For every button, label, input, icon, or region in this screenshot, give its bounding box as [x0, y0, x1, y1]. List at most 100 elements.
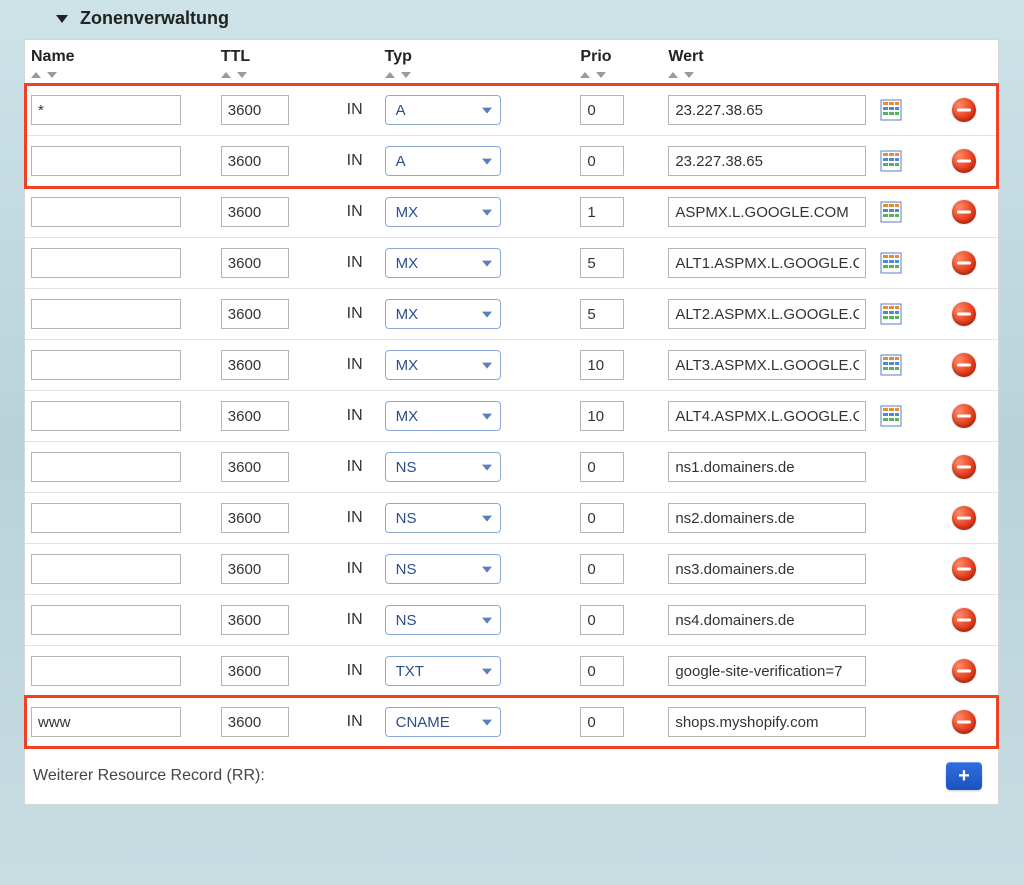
type-select[interactable]: A: [385, 146, 501, 176]
sort-name-asc-icon[interactable]: [31, 72, 41, 78]
type-select[interactable]: A: [385, 95, 501, 125]
wert-input[interactable]: [668, 350, 866, 380]
sort-wert-desc-icon[interactable]: [684, 72, 694, 78]
name-input[interactable]: [31, 707, 181, 737]
prio-input[interactable]: [580, 401, 624, 431]
delete-icon[interactable]: [952, 506, 976, 530]
sort-ttl-desc-icon[interactable]: [237, 72, 247, 78]
delete-icon[interactable]: [952, 608, 976, 632]
type-select[interactable]: MX: [385, 197, 501, 227]
name-input[interactable]: [31, 197, 181, 227]
grid-icon[interactable]: [880, 99, 902, 121]
wert-input[interactable]: [668, 146, 866, 176]
prio-input[interactable]: [580, 197, 624, 227]
type-select[interactable]: MX: [385, 299, 501, 329]
prio-input[interactable]: [580, 554, 624, 584]
delete-icon[interactable]: [952, 302, 976, 326]
prio-input[interactable]: [580, 350, 624, 380]
delete-icon[interactable]: [952, 200, 976, 224]
prio-input[interactable]: [580, 299, 624, 329]
prio-input[interactable]: [580, 503, 624, 533]
grid-icon[interactable]: [880, 354, 902, 376]
ttl-input[interactable]: [221, 554, 289, 584]
sort-typ-desc-icon[interactable]: [401, 72, 411, 78]
name-input[interactable]: [31, 401, 181, 431]
delete-icon[interactable]: [952, 455, 976, 479]
wert-input[interactable]: [668, 656, 866, 686]
sort-wert-asc-icon[interactable]: [668, 72, 678, 78]
ttl-input[interactable]: [221, 197, 289, 227]
class-label: IN: [345, 407, 363, 425]
name-input[interactable]: [31, 350, 181, 380]
type-select[interactable]: NS: [385, 452, 501, 482]
name-input[interactable]: [31, 95, 181, 125]
ttl-input[interactable]: [221, 350, 289, 380]
prio-input[interactable]: [580, 248, 624, 278]
delete-icon[interactable]: [952, 251, 976, 275]
name-input[interactable]: [31, 146, 181, 176]
ttl-input[interactable]: [221, 146, 289, 176]
name-input[interactable]: [31, 503, 181, 533]
prio-input[interactable]: [580, 95, 624, 125]
ttl-input[interactable]: [221, 452, 289, 482]
prio-input[interactable]: [580, 605, 624, 635]
grid-icon[interactable]: [880, 252, 902, 274]
delete-icon[interactable]: [952, 659, 976, 683]
type-select[interactable]: TXT: [385, 656, 501, 686]
type-select[interactable]: CNAME: [385, 707, 501, 737]
add-record-button[interactable]: +: [946, 762, 982, 790]
wert-input[interactable]: [668, 197, 866, 227]
ttl-input[interactable]: [221, 503, 289, 533]
type-select[interactable]: NS: [385, 605, 501, 635]
delete-icon[interactable]: [952, 710, 976, 734]
wert-input[interactable]: [668, 248, 866, 278]
grid-icon[interactable]: [880, 150, 902, 172]
ttl-input[interactable]: [221, 656, 289, 686]
name-input[interactable]: [31, 605, 181, 635]
prio-input[interactable]: [580, 707, 624, 737]
type-select[interactable]: MX: [385, 248, 501, 278]
sort-ttl-asc-icon[interactable]: [221, 72, 231, 78]
ttl-input[interactable]: [221, 95, 289, 125]
wert-input[interactable]: [668, 299, 866, 329]
wert-input[interactable]: [668, 707, 866, 737]
grid-icon[interactable]: [880, 303, 902, 325]
delete-icon[interactable]: [952, 353, 976, 377]
type-select[interactable]: NS: [385, 554, 501, 584]
delete-icon[interactable]: [952, 149, 976, 173]
wert-input[interactable]: [668, 401, 866, 431]
ttl-input[interactable]: [221, 707, 289, 737]
type-select[interactable]: MX: [385, 401, 501, 431]
sort-prio-desc-icon[interactable]: [596, 72, 606, 78]
prio-input[interactable]: [580, 146, 624, 176]
ttl-input[interactable]: [221, 401, 289, 431]
sort-name-desc-icon[interactable]: [47, 72, 57, 78]
name-input[interactable]: [31, 554, 181, 584]
wert-input[interactable]: [668, 554, 866, 584]
wert-input[interactable]: [668, 452, 866, 482]
prio-input[interactable]: [580, 452, 624, 482]
name-input[interactable]: [31, 452, 181, 482]
delete-icon[interactable]: [952, 98, 976, 122]
type-select[interactable]: NS: [385, 503, 501, 533]
table-row: INTXT: [25, 646, 998, 697]
type-select[interactable]: MX: [385, 350, 501, 380]
sort-prio-asc-icon[interactable]: [580, 72, 590, 78]
prio-input[interactable]: [580, 656, 624, 686]
grid-icon[interactable]: [880, 201, 902, 223]
wert-input[interactable]: [668, 95, 866, 125]
section-header[interactable]: Zonenverwaltung: [0, 0, 1024, 37]
name-input[interactable]: [31, 656, 181, 686]
ttl-input[interactable]: [221, 299, 289, 329]
delete-icon[interactable]: [952, 557, 976, 581]
sort-typ-asc-icon[interactable]: [385, 72, 395, 78]
name-input[interactable]: [31, 248, 181, 278]
name-input[interactable]: [31, 299, 181, 329]
wert-input[interactable]: [668, 503, 866, 533]
wert-input[interactable]: [668, 605, 866, 635]
ttl-input[interactable]: [221, 248, 289, 278]
ttl-input[interactable]: [221, 605, 289, 635]
type-select-value: MX: [396, 255, 419, 272]
grid-icon[interactable]: [880, 405, 902, 427]
delete-icon[interactable]: [952, 404, 976, 428]
